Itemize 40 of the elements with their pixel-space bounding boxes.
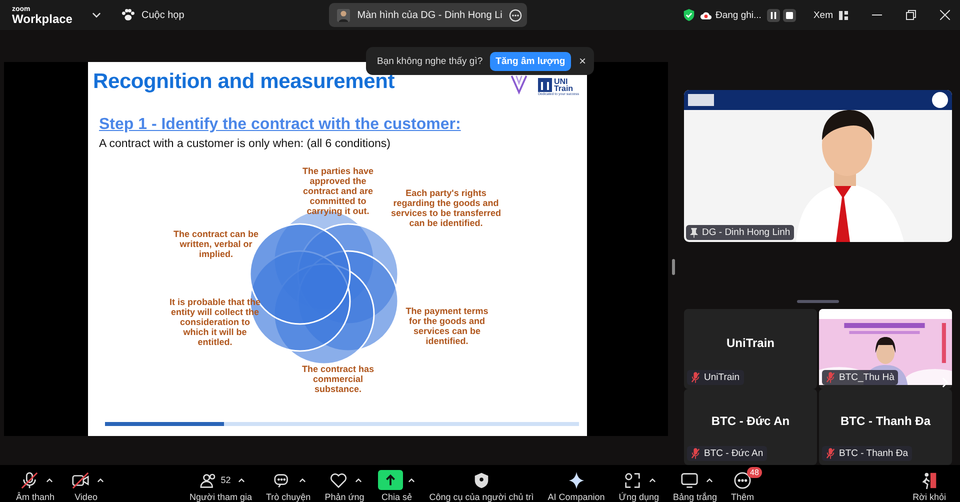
- participant-title: BTC - Đức An: [711, 414, 790, 428]
- toolbar-label[interactable]: Phản ứng: [324, 492, 364, 502]
- toolbar-label[interactable]: Video: [74, 492, 98, 502]
- condition-text: Each party's rights regarding the goods and services to be transferred can be identified.: [390, 189, 502, 229]
- toast-message: Bạn không nghe thấy gì?: [377, 56, 483, 66]
- recording-status: Đang ghi...: [716, 10, 762, 20]
- meeting-label[interactable]: Cuộc họp: [141, 10, 184, 20]
- toolbar-label[interactable]: Người tham gia: [190, 492, 252, 502]
- toolbar-label[interactable]: Trò chuyện: [266, 492, 311, 502]
- toolbar-label[interactable]: Thêm: [731, 492, 754, 502]
- toolbar-label[interactable]: Bảng trắng: [673, 492, 718, 502]
- participant-tile[interactable]: BTC - Thanh Đa BTC - Thanh Đa: [819, 389, 952, 465]
- participant-name: UniTrain: [704, 372, 740, 383]
- slide-heading: Step 1 - Identify the contract with the customer:: [99, 116, 462, 134]
- condition-text: The payment terms for the goods and services can be identified.: [404, 307, 490, 347]
- close-button[interactable]: ×: [578, 54, 586, 68]
- toolbar-label[interactable]: Âm thanh: [16, 492, 55, 502]
- slide-title: Recognition and measurement: [93, 70, 394, 94]
- participant-name: BTC - Thanh Đa: [839, 448, 908, 459]
- participant-name: BTC - Đức An: [704, 448, 764, 459]
- participant-title: UniTrain: [726, 336, 774, 350]
- condition-text: The contract can be written, verbal or implied.: [172, 230, 260, 260]
- toolbar-label[interactable]: Công cụ của người chủ trì: [429, 492, 534, 502]
- toolbar-label[interactable]: Chia sẻ: [381, 492, 412, 502]
- participant-name: BTC_Thu Hà: [839, 372, 894, 383]
- participant-tile[interactable]: BTC - Đức An BTC - Đức An: [684, 389, 817, 465]
- view-menu[interactable]: Xem: [813, 10, 833, 20]
- participant-name: DG - Dinh Hong Linh: [702, 227, 790, 238]
- participant-tile[interactable]: BTC_Thu Hà: [819, 309, 952, 389]
- condition-text: The parties have approved the contract and are committed to carrying it out.: [301, 167, 375, 216]
- toolbar-button[interactable]: 52: [196, 470, 233, 490]
- toolbar-label[interactable]: Rời khỏi: [912, 492, 946, 502]
- participant-title: BTC - Thanh Đa: [840, 414, 930, 428]
- condition-text: The contract has commercial substance.: [300, 365, 376, 395]
- participant-tile[interactable]: UniTrain UniTrain: [684, 309, 817, 389]
- toolbar-label[interactable]: Ứng dụng: [618, 492, 659, 502]
- slide-intro: A contract with a customer is only when: (all 6 conditions): [99, 138, 392, 150]
- toolbar-label[interactable]: AI Companion: [548, 492, 605, 502]
- notification-badge: 48: [747, 466, 762, 478]
- share-pill[interactable]: Màn hình của DG - Dinh Hong Li: [329, 3, 528, 27]
